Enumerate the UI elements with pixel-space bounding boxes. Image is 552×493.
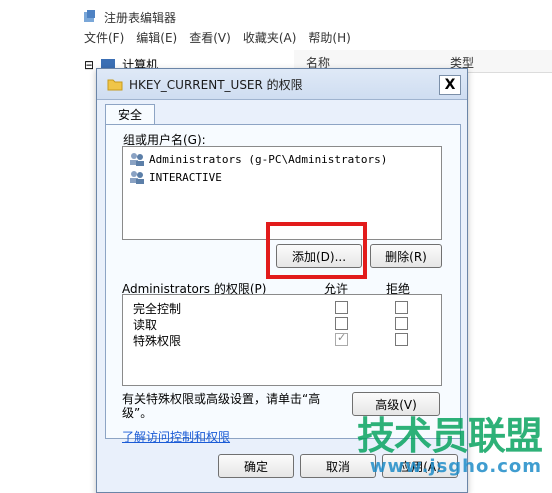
registry-title: 注册表编辑器 <box>104 10 177 25</box>
menu-view[interactable]: 查看(V) <box>189 28 231 48</box>
menu-edit[interactable]: 编辑(E) <box>136 28 177 48</box>
allow-full-control-checkbox[interactable] <box>335 301 348 314</box>
list-item[interactable]: Administrators (g-PC\Administrators) <box>129 151 387 167</box>
users-group-icon <box>130 171 144 184</box>
list-item[interactable]: INTERACTIVE <box>129 169 222 185</box>
remove-button[interactable]: 删除(R) <box>370 244 442 268</box>
deny-full-control-checkbox[interactable] <box>395 301 408 314</box>
perm-name-special: 特殊权限 <box>133 334 182 348</box>
permissions-list: 完全控制 读取 特殊权限 <box>122 294 442 386</box>
deny-read-checkbox[interactable] <box>395 317 408 330</box>
dialog-title: HKEY_CURRENT_USER 的权限 <box>129 78 303 92</box>
close-button[interactable]: X <box>439 75 461 95</box>
user-interactive: INTERACTIVE <box>149 170 222 184</box>
folder-icon <box>107 79 123 91</box>
learn-access-control-link[interactable]: 了解访问控制和权限 <box>122 428 230 445</box>
user-administrators: Administrators (g-PC\Administrators) <box>149 152 388 166</box>
perm-name-full-control: 完全控制 <box>133 302 182 316</box>
allow-read-checkbox[interactable] <box>335 317 348 330</box>
special-permissions-hint: 有关特殊权限或高级设置，请单击“高级”。 <box>122 392 321 420</box>
users-group-icon <box>130 153 144 166</box>
tab-security[interactable]: 安全 <box>105 104 156 125</box>
allow-special-checkbox <box>335 331 348 346</box>
regedit-icon <box>84 10 95 22</box>
dialog-title-bar: HKEY_CURRENT_USER 的权限 X <box>97 69 467 100</box>
tree-expander[interactable]: ⊟ <box>84 58 94 72</box>
deny-special-checkbox[interactable] <box>395 333 408 346</box>
registry-menu-bar: 文件(F) 编辑(E) 查看(V) 收藏夹(A) 帮助(H) <box>74 28 552 48</box>
highlight-box <box>266 222 367 279</box>
menu-help[interactable]: 帮助(H) <box>308 28 350 48</box>
ok-button[interactable]: 确定 <box>218 454 294 478</box>
perm-row-read: 读取 <box>133 317 157 333</box>
registry-title-bar: 注册表编辑器 <box>82 8 176 26</box>
watermark-url: www.jsgho.com <box>369 455 542 477</box>
watermark-logo: 技术员联盟 www.jsgho.com <box>312 411 543 481</box>
perm-row-full-control: 完全控制 <box>133 301 181 317</box>
perm-row-special: 特殊权限 <box>133 333 181 349</box>
perm-name-read: 读取 <box>133 318 158 332</box>
menu-favorites[interactable]: 收藏夹(A) <box>243 28 297 48</box>
menu-file[interactable]: 文件(F) <box>84 28 124 48</box>
watermark-title: 技术员联盟 <box>356 413 543 458</box>
